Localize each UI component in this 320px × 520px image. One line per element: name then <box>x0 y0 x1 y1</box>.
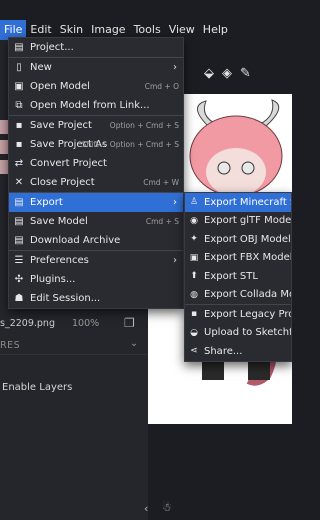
export-submenu: ♙ Export Minecraft Skin ◉ Export glTF Mo… <box>184 192 292 362</box>
session-icon: ☗ <box>14 293 24 304</box>
menu-item-label: Export OBJ Model <box>204 233 291 245</box>
menu-item-new[interactable]: ▯ New › <box>9 58 183 77</box>
menu-item-save-project-as[interactable]: ▪ Save Project As Shift + Option + Cmd +… <box>9 135 183 154</box>
save-icon: ▪ <box>15 120 23 131</box>
menu-item-label: Convert Project <box>30 158 107 169</box>
menu-item-label: Open Model <box>30 81 90 92</box>
textures-section-header[interactable]: RES ⌄ <box>0 337 148 355</box>
chevron-down-icon[interactable]: ⌄ <box>130 338 138 349</box>
menu-item-label: Close Project <box>30 177 95 188</box>
plugins-icon: ✣ <box>14 274 24 285</box>
menu-item-save-model[interactable]: ▤ Save Model Cmd + S <box>9 212 183 231</box>
menu-item-convert-project[interactable]: ⇄ Convert Project <box>9 154 183 173</box>
chevron-right-icon: › <box>173 255 177 266</box>
menu-item-label: Save Project <box>30 120 92 131</box>
menu-item-label: Preferences <box>30 255 89 266</box>
menu-item-label: Download Archive <box>30 235 121 246</box>
convert-icon: ⇄ <box>14 158 24 169</box>
open-icon: ▣ <box>14 81 24 92</box>
menu-item-export-obj[interactable]: ✦ Export OBJ Model <box>185 230 291 249</box>
menu-item-shortcut: Cmd + O <box>144 82 179 91</box>
menu-item-label: Share... <box>204 345 243 357</box>
menu-item-export-gltf[interactable]: ◉ Export glTF Model <box>185 212 291 231</box>
preferences-icon: ☰ <box>14 255 24 266</box>
gltf-icon: ◉ <box>190 215 198 226</box>
menu-item-shortcut: Shift + Option + Cmd + S <box>81 140 179 149</box>
sketchfab-icon: ◒ <box>190 327 198 338</box>
menu-item-export-minecraft-skin[interactable]: ♙ Export Minecraft Skin <box>185 193 291 212</box>
menu-item-export[interactable]: ▤ Export › <box>9 193 183 212</box>
menu-item-label: Export STL <box>204 270 258 282</box>
save-model-icon: ▤ <box>14 216 24 227</box>
fill-icon[interactable]: ⬙ <box>204 66 214 81</box>
menu-item-label: Upload to Sketchfab... <box>204 327 291 339</box>
texture-file-row[interactable]: s_2209.png 100% ❐ <box>0 316 148 332</box>
menu-item-label: Export Minecraft Skin <box>204 196 291 208</box>
menu-item-edit-session[interactable]: ☗ Edit Session... <box>9 289 183 308</box>
menu-item-export-legacy[interactable]: ▪ Export Legacy Project <box>185 305 291 324</box>
menu-item-label: New <box>30 62 52 73</box>
texture-file-percent: 100% <box>72 318 100 329</box>
menu-item-label: Export glTF Model <box>204 215 292 227</box>
file-menu: ▤ Project... ▯ New › ▣ Open Model Cmd + … <box>8 37 184 309</box>
texture-file-name: s_2209.png <box>0 318 55 329</box>
new-icon: ▯ <box>16 62 22 73</box>
menu-item-save-project[interactable]: ▪ Save Project Option + Cmd + S <box>9 116 183 135</box>
menu-item-label: Export <box>30 197 63 208</box>
menu-item-close-project[interactable]: ✕ Close Project Cmd + W <box>9 173 183 192</box>
copy-icon[interactable]: ❐ <box>124 316 135 330</box>
section-label: RES <box>0 340 21 351</box>
menu-item-upload-sketchfab[interactable]: ◒ Upload to Sketchfab... <box>185 324 291 343</box>
menu-item-export-collada[interactable]: ◍ Export Collada Model <box>185 286 291 305</box>
menu-item-label: Export FBX Model <box>204 252 292 264</box>
menu-item-label: Export Collada Model <box>204 289 291 301</box>
menu-item-label: Edit Session... <box>30 293 101 304</box>
eraser-icon[interactable]: ◈ <box>222 66 232 81</box>
menu-item-plugins[interactable]: ✣ Plugins... <box>9 270 183 289</box>
app-window: File Edit Skin Image Tools View Help s_2… <box>0 0 292 520</box>
menu-item-label: Plugins... <box>30 274 76 285</box>
color-picker-icon[interactable]: ✎ <box>240 66 251 81</box>
menu-item-open-from-link[interactable]: ⧉ Open Model from Link... <box>9 96 183 115</box>
menu-item-label: Project... <box>30 42 74 53</box>
fbx-icon: ▣ <box>189 252 199 263</box>
bottom-bar: ‹ ☃ <box>140 500 292 520</box>
menu-item-label: Open Model from Link... <box>30 100 150 111</box>
menu-item-shortcut: Option + Cmd + S <box>109 121 179 130</box>
chevron-right-icon: › <box>173 62 177 73</box>
enable-layers-button[interactable]: Enable Layers <box>2 382 72 393</box>
person-icon[interactable]: ☃ <box>162 501 172 514</box>
download-icon: ▤ <box>14 235 24 246</box>
menu-item-project[interactable]: ▤ Project... <box>9 38 183 57</box>
menubar-help[interactable]: Help <box>199 20 232 40</box>
paint-toolbar: ⬙ ◈ ✎ <box>186 62 292 84</box>
chevron-right-icon: › <box>173 197 177 208</box>
menu-item-label: Export Legacy Project <box>204 308 291 320</box>
collada-icon: ◍ <box>190 289 198 300</box>
chevron-left-icon[interactable]: ‹ <box>144 502 148 515</box>
obj-icon: ✦ <box>190 234 198 245</box>
save-as-icon: ▪ <box>15 139 23 150</box>
menu-item-export-stl[interactable]: ⬆ Export STL <box>185 267 291 286</box>
menu-item-open-model[interactable]: ▣ Open Model Cmd + O <box>9 77 183 96</box>
project-icon: ▤ <box>14 42 24 53</box>
menu-item-label: Save Model <box>30 216 88 227</box>
legacy-icon: ▪ <box>190 309 198 320</box>
menu-item-share[interactable]: ⋖ Share... <box>185 342 291 361</box>
link-icon: ⧉ <box>15 100 23 111</box>
menu-item-shortcut: Cmd + W <box>143 178 179 187</box>
menu-item-download-archive[interactable]: ▤ Download Archive <box>9 231 183 250</box>
menu-item-preferences[interactable]: ☰ Preferences › <box>9 251 183 270</box>
minecraft-icon: ♙ <box>189 197 199 208</box>
stl-icon: ⬆ <box>190 271 198 282</box>
close-icon: ✕ <box>14 177 24 188</box>
export-icon: ▤ <box>14 197 24 208</box>
menu-item-shortcut: Cmd + S <box>145 217 179 226</box>
share-icon: ⋖ <box>190 346 198 357</box>
menu-item-export-fbx[interactable]: ▣ Export FBX Model <box>185 249 291 268</box>
